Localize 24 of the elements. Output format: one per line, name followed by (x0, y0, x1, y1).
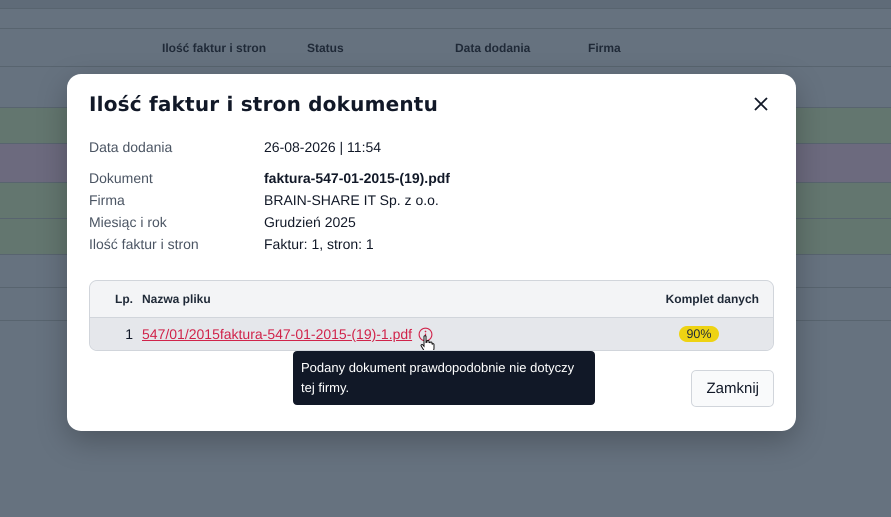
detail-value: faktura-547-01-2015-(19).pdf (264, 169, 450, 188)
column-header: Lp. (114, 292, 134, 306)
completeness-badge: 90% (679, 326, 719, 342)
column-header: Data dodania (455, 40, 530, 54)
detail-label: Firma (89, 191, 126, 210)
detail-label: Miesiąc i rok (89, 213, 168, 232)
detail-label: Data dodania (89, 138, 174, 157)
detail-value: 26-08-2026 | 11:54 (264, 138, 382, 157)
detail-label: Ilość faktur i stron (89, 235, 200, 254)
detail-value: Faktur: 1, stron: 1 (264, 235, 374, 254)
row-number: 1 (124, 326, 134, 342)
dialog-title: Ilość faktur i stron dokumentu (89, 92, 438, 116)
column-header: Komplet danych (664, 292, 759, 306)
detail-value: BRAIN-SHARE IT Sp. z o.o. (264, 191, 439, 210)
column-header: Firma (588, 40, 621, 54)
tooltip: Podany dokument prawdopodobnie nie dotyczy tej firmy. (293, 351, 595, 405)
info-icon[interactable] (418, 326, 434, 342)
column-header: Ilość faktur i stron (162, 40, 266, 54)
close-button[interactable]: Zamknij (691, 370, 774, 407)
file-link[interactable]: 547/01/2015faktura-547-01-2015-(19)-1.pdf (142, 326, 412, 342)
column-header: Nazwa pliku (142, 292, 212, 306)
column-header: Status (307, 40, 344, 54)
detail-label: Dokument (89, 169, 154, 188)
detail-value: Grudzień 2025 (264, 213, 356, 232)
